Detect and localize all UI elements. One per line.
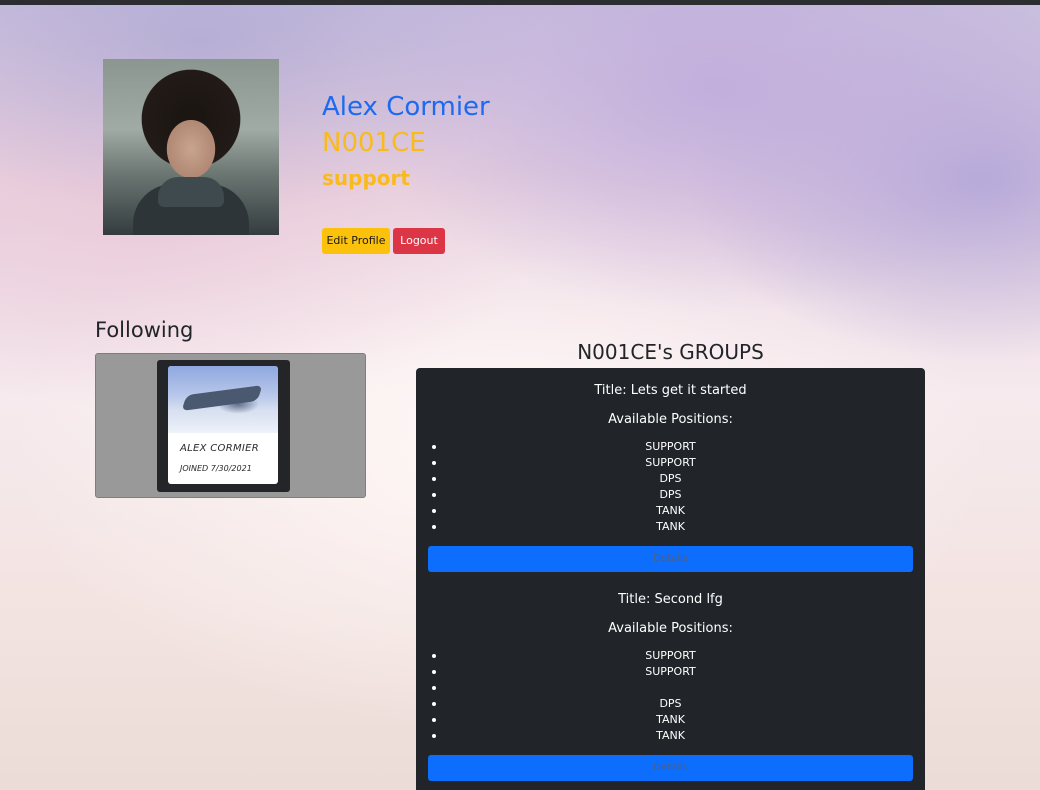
- position-item: [416, 680, 925, 696]
- position-item: TANK: [416, 503, 925, 519]
- user-card[interactable]: ALEX CORMIER JOINED 7/30/2021: [168, 366, 278, 484]
- positions-list: SUPPORT SUPPORT DPS TANK TANK: [416, 648, 925, 744]
- following-card[interactable]: ALEX CORMIER JOINED 7/30/2021: [157, 360, 290, 492]
- user-card-joined: JOINED 7/30/2021: [180, 464, 252, 473]
- top-bar: [0, 0, 1040, 5]
- profile-role: support: [322, 166, 410, 190]
- position-item: SUPPORT: [416, 664, 925, 680]
- groups-heading: N001CE's GROUPS: [577, 340, 764, 364]
- position-item: DPS: [416, 487, 925, 503]
- edit-profile-button[interactable]: Edit Profile: [322, 228, 390, 254]
- positions-list: SUPPORT SUPPORT DPS DPS TANK TANK: [416, 439, 925, 535]
- profile-name: Alex Cormier: [322, 92, 490, 122]
- position-item: TANK: [416, 712, 925, 728]
- group-title: Title: Second lfg: [618, 592, 723, 607]
- position-item: SUPPORT: [416, 455, 925, 471]
- user-card-name: ALEX CORMIER: [180, 443, 260, 454]
- position-item: DPS: [416, 471, 925, 487]
- logout-button[interactable]: Logout: [393, 228, 445, 254]
- following-heading: Following: [95, 318, 194, 342]
- available-positions-label: Available Positions:: [608, 621, 733, 636]
- position-item: TANK: [416, 728, 925, 744]
- profile-avatar: [103, 59, 279, 235]
- position-item: TANK: [416, 519, 925, 535]
- user-card-image: [168, 366, 278, 433]
- available-positions-label: Available Positions:: [608, 412, 733, 427]
- following-list: ALEX CORMIER JOINED 7/30/2021: [95, 353, 366, 498]
- details-button[interactable]: Details: [428, 755, 913, 781]
- position-item: SUPPORT: [416, 648, 925, 664]
- groups-panel: Title: Lets get it started Available Pos…: [416, 368, 925, 790]
- group-title: Title: Lets get it started: [594, 383, 747, 398]
- details-button[interactable]: Details: [428, 546, 913, 572]
- position-item: SUPPORT: [416, 439, 925, 455]
- position-item: DPS: [416, 696, 925, 712]
- profile-tag: N001CE: [322, 128, 426, 158]
